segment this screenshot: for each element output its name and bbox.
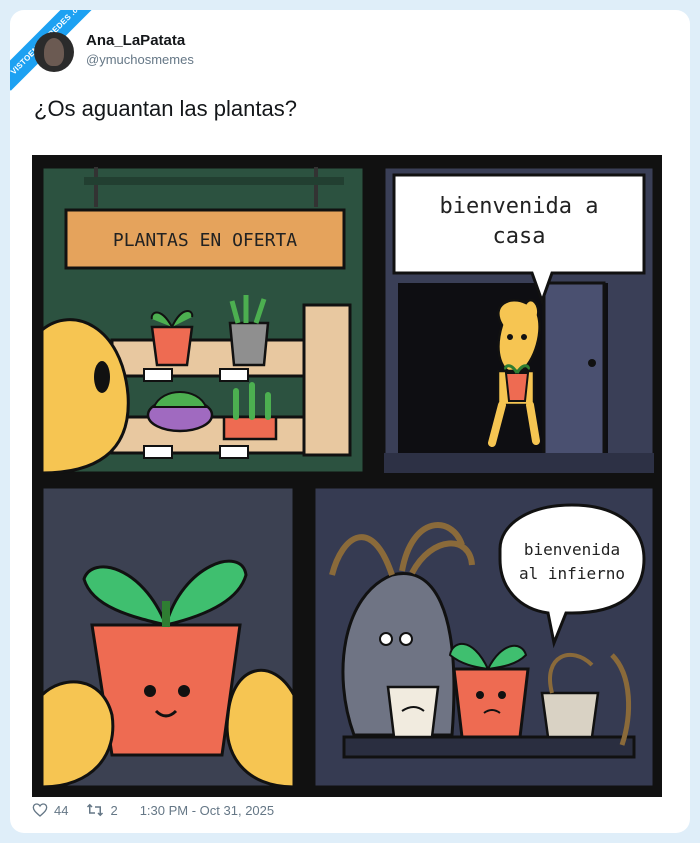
comic-image[interactable]: PLANTAS EN OFERTA bienvenida a casa bien… (32, 155, 662, 797)
tweet-footer: 44 2 1:30 PM - Oct 31, 2025 (32, 802, 274, 818)
timestamp[interactable]: 1:30 PM - Oct 31, 2025 (140, 803, 274, 818)
heart-icon (32, 803, 48, 817)
retweet-count: 2 (110, 802, 118, 818)
comic-svg: PLANTAS EN OFERTA bienvenida a casa bien… (40, 165, 656, 789)
bubble-2-line2: casa (493, 224, 546, 249)
author-name[interactable]: Ana_LaPatata (86, 32, 185, 49)
author-handle[interactable]: @ymuchosmemes (86, 52, 194, 67)
tweet-text: ¿Os aguantan las plantas? (34, 96, 297, 121)
bubble-4-line1: bienvenida (524, 540, 620, 559)
panel-3 (40, 485, 296, 789)
sign-text: PLANTAS EN OFERTA (113, 230, 297, 251)
panel-4: bienvenida al infierno (312, 485, 656, 789)
like-count: 44 (54, 802, 69, 818)
avatar[interactable] (34, 32, 74, 72)
bubble-2-line1: bienvenida a (440, 194, 599, 219)
retweet-icon (87, 803, 104, 817)
panel-1: PLANTAS EN OFERTA (40, 165, 366, 475)
bubble-4-line2: al infierno (519, 564, 625, 583)
retweet-button[interactable] (86, 802, 104, 818)
tweet-card: VISTOENLASREDES .com Ana_LaPatata @ymuch… (10, 10, 690, 833)
like-button[interactable] (32, 802, 48, 818)
panel-2: bienvenida a casa (382, 165, 656, 475)
